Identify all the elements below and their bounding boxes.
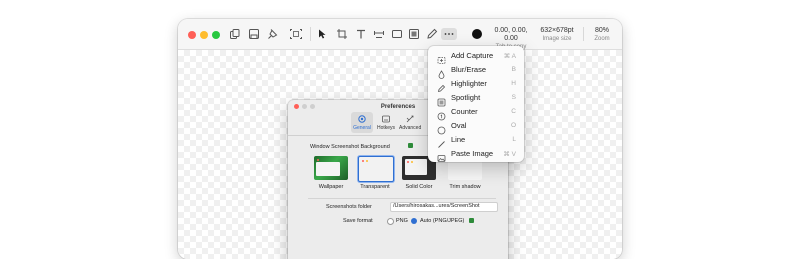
menu-item-shortcut: C [511,108,516,115]
auto-radio[interactable] [411,218,417,224]
mini-light [407,161,409,163]
menu-item-line[interactable]: Line L [428,134,524,148]
auto-radio-label: Auto (PNG/JPEG) [420,218,465,224]
menu-item-shortcut: L [512,136,516,143]
counter-icon [437,108,446,121]
menu-item-shortcut: B [511,66,516,73]
menu-item-label: Highlighter [451,79,487,88]
mini-light [362,160,364,162]
select-tool-icon[interactable] [317,28,329,40]
tab-advanced[interactable]: Advanced [399,112,421,133]
tab-hotkeys-label: Hotkeys [376,125,396,131]
copy-icon[interactable] [229,28,241,40]
zoom-label: Zoom [594,36,610,42]
mini-window [316,162,340,176]
highlighter-icon [437,80,446,93]
transparent-option-label: Transparent [360,184,390,190]
current-color-swatch[interactable] [472,29,482,39]
spotlight-icon [437,94,446,107]
checkbox-icon[interactable] [408,143,413,148]
mini-light [411,161,413,163]
folder-path-field[interactable]: /Users/hirosakas...ures/ScreenShot [390,202,498,212]
toolbar-divider [583,27,584,41]
save-icon[interactable] [248,28,260,40]
blur-icon [437,66,446,79]
menu-item-highlighter[interactable]: Highlighter H [428,78,524,93]
tab-hotkeys[interactable]: Hotkeys [375,112,397,133]
menu-item-oval[interactable]: Oval O [428,120,524,135]
advanced-icon [406,115,414,123]
close-button[interactable] [188,31,196,39]
rectangle-tool-icon[interactable] [391,28,403,40]
paste-image-icon [437,150,446,162]
trim-shadow-option-label: Trim shadow [449,184,481,190]
maximize-button[interactable] [212,31,220,39]
image-tool-icon[interactable] [408,28,420,40]
menu-item-label: Blur/Erase [451,65,487,74]
toolbar: 0.00, 0.00, 0.00 Tab to copy 632×678pt I… [178,19,622,50]
zoom-readout: 80% Zoom [588,27,616,43]
transparent-option[interactable] [358,156,394,182]
png-radio[interactable] [387,218,394,225]
menu-item-label: Add Capture [451,51,494,60]
menu-item-label: Oval [451,121,467,130]
menu-item-label: Line [451,135,466,144]
menu-item-spotlight[interactable]: Spotlight S [428,92,524,107]
screenshot-editor-window: 0.00, 0.00, 0.00 Tab to copy 632×678pt I… [178,19,622,259]
menu-item-counter[interactable]: Counter C [428,106,524,121]
image-size-value: 632×678pt [540,27,574,34]
background-label: Window Screenshot Background [310,144,390,150]
wallpaper-option[interactable] [314,156,348,180]
mini-light [366,160,368,162]
measure-tool-icon[interactable] [373,28,385,40]
more-tools-icon[interactable] [441,28,457,40]
solid-color-option-label: Solid Color [405,184,433,190]
oval-icon [437,122,446,135]
gear-icon [358,115,366,123]
pencil-tool-icon[interactable] [426,28,438,40]
menu-item-shortcut: O [510,122,516,129]
add-capture-icon [437,52,446,64]
mini-light [317,159,319,161]
menu-item-blur-erase[interactable]: Blur/Erase B [428,64,524,79]
image-size-label: Image size [542,36,572,42]
zoom-value: 80% [594,27,609,34]
ocr-icon[interactable] [289,28,303,40]
format-label: Save format [343,218,373,224]
png-radio-label: PNG [396,218,408,224]
pin-icon[interactable] [267,28,279,40]
checkbox-icon[interactable] [469,218,474,223]
wallpaper-option-label: Wallpaper [318,184,344,190]
image-size-readout: 632×678pt Image size [537,27,577,43]
menu-item-shortcut: H [511,80,516,87]
tab-general[interactable]: General [351,112,373,133]
toolbar-divider [310,27,311,41]
menu-item-label: Paste Image [451,149,494,158]
text-tool-icon[interactable] [355,28,367,40]
menu-item-shortcut: S [511,94,516,101]
menu-item-shortcut: ⌘ V [503,151,516,158]
keyboard-icon [382,115,390,123]
menu-item-shortcut: ⌘ A [503,53,516,60]
menu-item-paste-image[interactable]: Paste Image ⌘ V [428,148,524,162]
minimize-button[interactable] [200,31,208,39]
menu-item-add-capture[interactable]: Add Capture ⌘ A [428,50,524,64]
menu-item-label: Spotlight [451,93,481,102]
color-values: 0.00, 0.00, 0.00 [494,27,528,42]
folder-label: Screenshots folder [326,204,372,210]
tab-general-label: General [353,125,371,131]
tab-advanced-label: Advanced [399,125,422,131]
line-icon [437,136,446,148]
crop-tool-icon[interactable] [336,28,348,40]
menu-item-label: Counter [451,107,478,116]
more-tools-menu: Add Capture ⌘ A Blur/Erase B Highlighter… [428,46,524,162]
section-divider [308,198,496,199]
